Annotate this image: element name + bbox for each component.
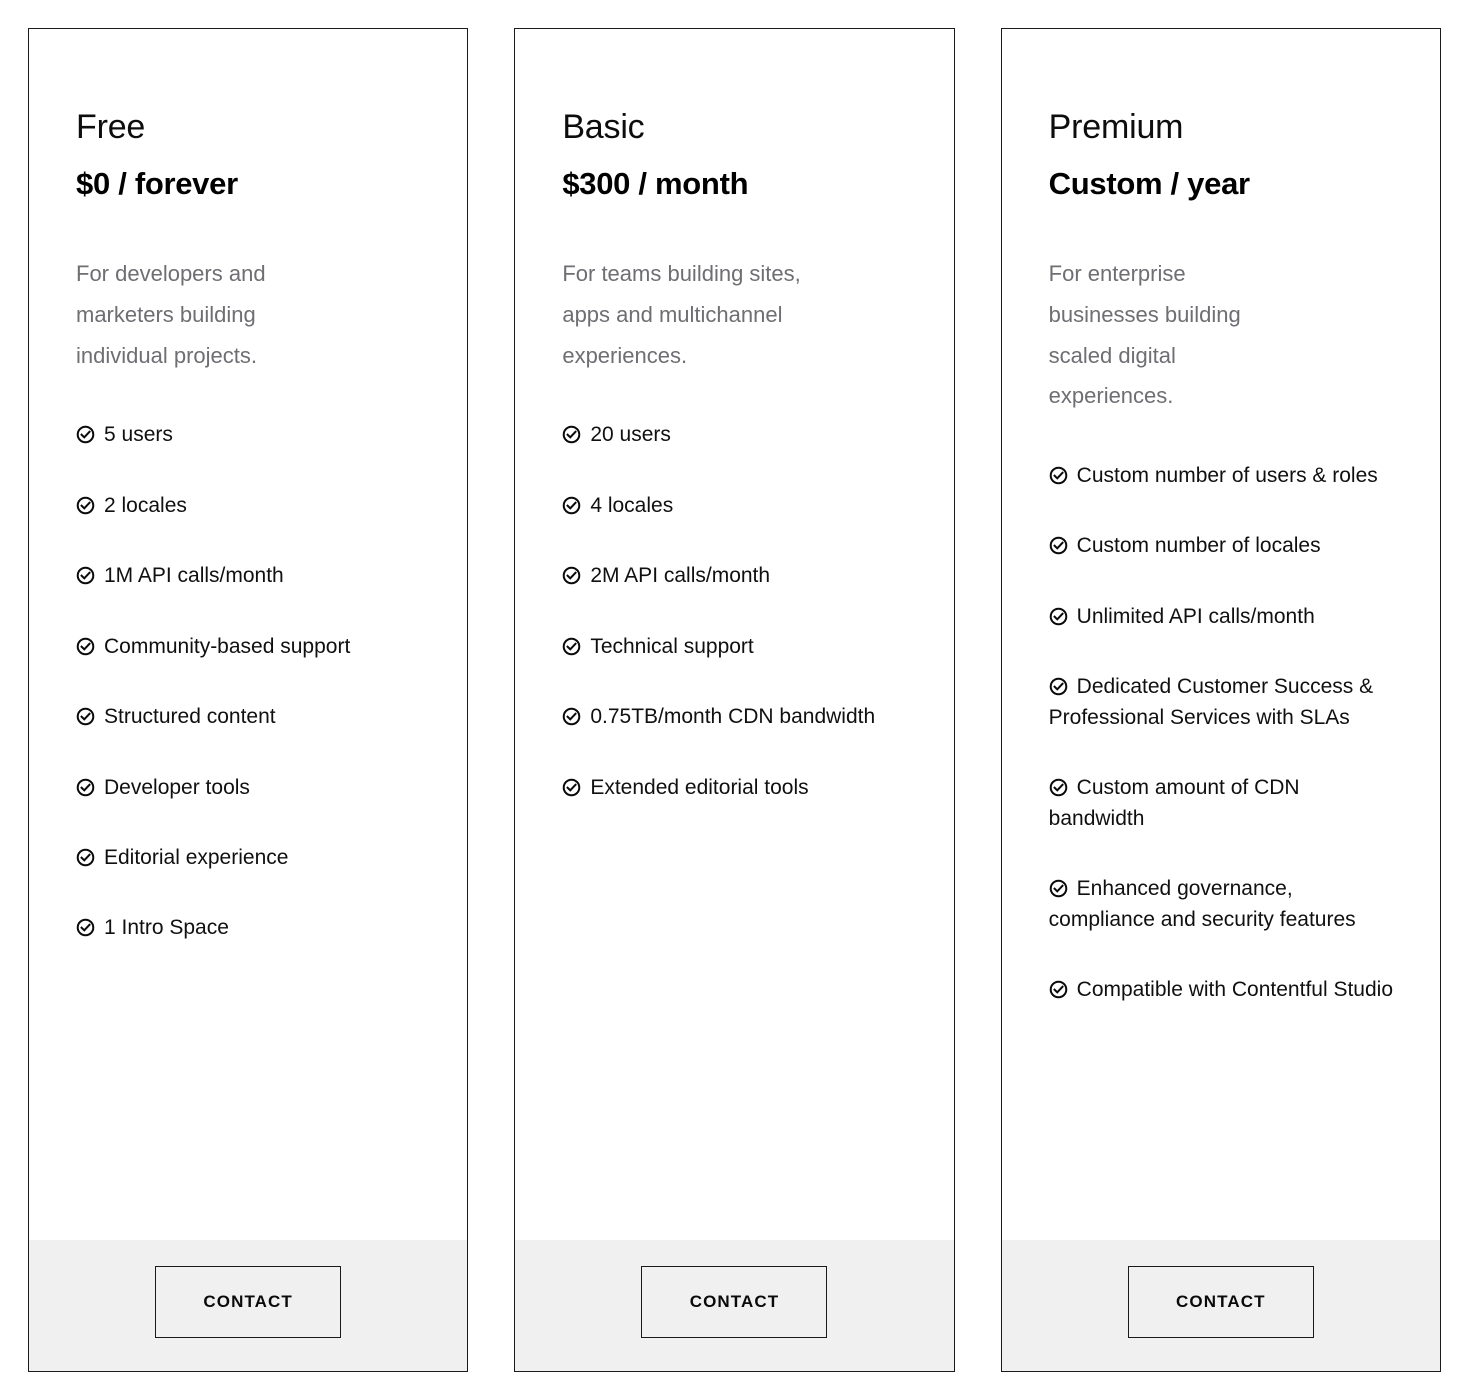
plan-card-basic: Basic $300 / month For teams building si…: [514, 28, 955, 1372]
feature-item: Custom number of locales: [1049, 531, 1396, 561]
pricing-plans-grid: Free $0 / forever For developers and mar…: [0, 0, 1471, 1393]
circle-check-icon: [76, 778, 95, 797]
plan-price: $300 / month: [562, 166, 749, 202]
feature-label: Dedicated Customer Success & Professiona…: [1048, 675, 1374, 729]
contact-button[interactable]: CONTACT: [641, 1266, 828, 1338]
plan-price: $0 / forever: [76, 166, 238, 202]
feature-item: 1 Intro Space: [76, 913, 423, 943]
circle-check-icon: [1049, 879, 1068, 898]
feature-list: 20 users 4 locales 2M API calls/month Techn…: [562, 420, 909, 803]
feature-label: Technical support: [590, 634, 754, 658]
contact-button[interactable]: CONTACT: [155, 1266, 342, 1338]
plan-card-body: Premium Custom / year For enterprise bus…: [1002, 29, 1440, 1240]
feature-label: Unlimited API calls/month: [1076, 604, 1315, 628]
circle-check-icon: [76, 496, 95, 515]
plan-description: For developers and marketers building in…: [76, 261, 266, 368]
feature-label: Developer tools: [104, 775, 250, 799]
feature-item: 2M API calls/month: [562, 561, 909, 591]
circle-check-icon: [76, 637, 95, 656]
circle-check-icon: [562, 425, 581, 444]
circle-check-icon: [1049, 536, 1068, 555]
feature-label: 4 locales: [590, 493, 674, 517]
plan-name: Premium: [1048, 108, 1184, 146]
circle-check-icon: [76, 848, 95, 867]
circle-check-icon: [562, 637, 581, 656]
plan-card-body: Free $0 / forever For developers and mar…: [29, 29, 467, 1240]
plan-name: Basic: [562, 108, 645, 146]
feature-label: 2M API calls/month: [590, 564, 771, 588]
circle-check-icon: [76, 425, 95, 444]
circle-check-icon: [76, 918, 95, 937]
feature-item: 2 locales: [76, 491, 423, 521]
circle-check-icon: [1049, 778, 1068, 797]
feature-item: Structured content: [76, 702, 423, 732]
feature-label: Community-based support: [104, 634, 351, 658]
plan-card-footer: CONTACT: [1001, 1240, 1440, 1371]
feature-label: Enhanced governance, compliance and secu…: [1048, 877, 1356, 931]
feature-item: Dedicated Customer Success & Professiona…: [1049, 672, 1396, 733]
feature-label: 5 users: [104, 423, 173, 447]
feature-item: Editorial experience: [76, 843, 423, 873]
feature-item: Extended editorial tools: [562, 773, 909, 803]
feature-label: Extended editorial tools: [590, 775, 809, 799]
feature-label: Custom amount of CDN bandwidth: [1048, 776, 1300, 830]
feature-label: Editorial experience: [104, 845, 289, 869]
feature-item: Custom number of users & roles: [1049, 461, 1396, 491]
feature-label: 20 users: [590, 423, 671, 447]
feature-label: Custom number of locales: [1076, 534, 1321, 558]
plan-price: Custom / year: [1048, 166, 1250, 202]
feature-label: Compatible with Contentful Studio: [1076, 977, 1393, 1001]
plan-card-free: Free $0 / forever For developers and mar…: [28, 28, 469, 1372]
feature-item: Custom amount of CDN bandwidth: [1049, 773, 1396, 834]
feature-label: 0.75TB/month CDN bandwidth: [590, 705, 876, 729]
feature-item: 1M API calls/month: [76, 561, 423, 591]
feature-item: 0.75TB/month CDN bandwidth: [562, 702, 909, 732]
contact-button[interactable]: CONTACT: [1127, 1266, 1314, 1338]
feature-label: 2 locales: [104, 493, 187, 517]
feature-item: Community-based support: [76, 632, 423, 662]
feature-item: 5 users: [76, 420, 423, 450]
circle-check-icon: [1049, 677, 1068, 696]
circle-check-icon: [562, 707, 581, 726]
feature-list: 5 users 2 locales 1M API calls/month Commun…: [76, 420, 423, 944]
circle-check-icon: [1049, 980, 1068, 999]
feature-label: 1 Intro Space: [104, 916, 229, 940]
circle-check-icon: [562, 566, 581, 585]
feature-label: Custom number of users & roles: [1076, 464, 1378, 488]
circle-check-icon: [562, 778, 581, 797]
circle-check-icon: [76, 707, 95, 726]
plan-card-body: Basic $300 / month For teams building si…: [515, 29, 953, 1240]
plan-card-footer: CONTACT: [29, 1240, 468, 1371]
feature-item: 20 users: [562, 420, 909, 450]
circle-check-icon: [1049, 607, 1068, 626]
feature-item: 4 locales: [562, 491, 909, 521]
plan-description: For enterprise businesses building scale…: [1048, 261, 1241, 409]
plan-description: For teams building sites, apps and multi…: [562, 261, 801, 368]
feature-item: Technical support: [562, 632, 909, 662]
feature-item: Unlimited API calls/month: [1049, 602, 1396, 632]
circle-check-icon: [1049, 466, 1068, 485]
circle-check-icon: [562, 496, 581, 515]
feature-item: Compatible with Contentful Studio: [1049, 975, 1396, 1005]
feature-item: Enhanced governance, compliance and secu…: [1049, 874, 1396, 935]
circle-check-icon: [76, 566, 95, 585]
plan-card-premium: Premium Custom / year For enterprise bus…: [1000, 28, 1441, 1372]
plan-name: Free: [76, 108, 146, 146]
plan-card-footer: CONTACT: [515, 1240, 954, 1371]
feature-list: Custom number of users & roles Custom num…: [1049, 461, 1396, 1005]
feature-label: Structured content: [104, 705, 276, 729]
feature-label: 1M API calls/month: [104, 564, 284, 588]
feature-item: Developer tools: [76, 773, 423, 803]
